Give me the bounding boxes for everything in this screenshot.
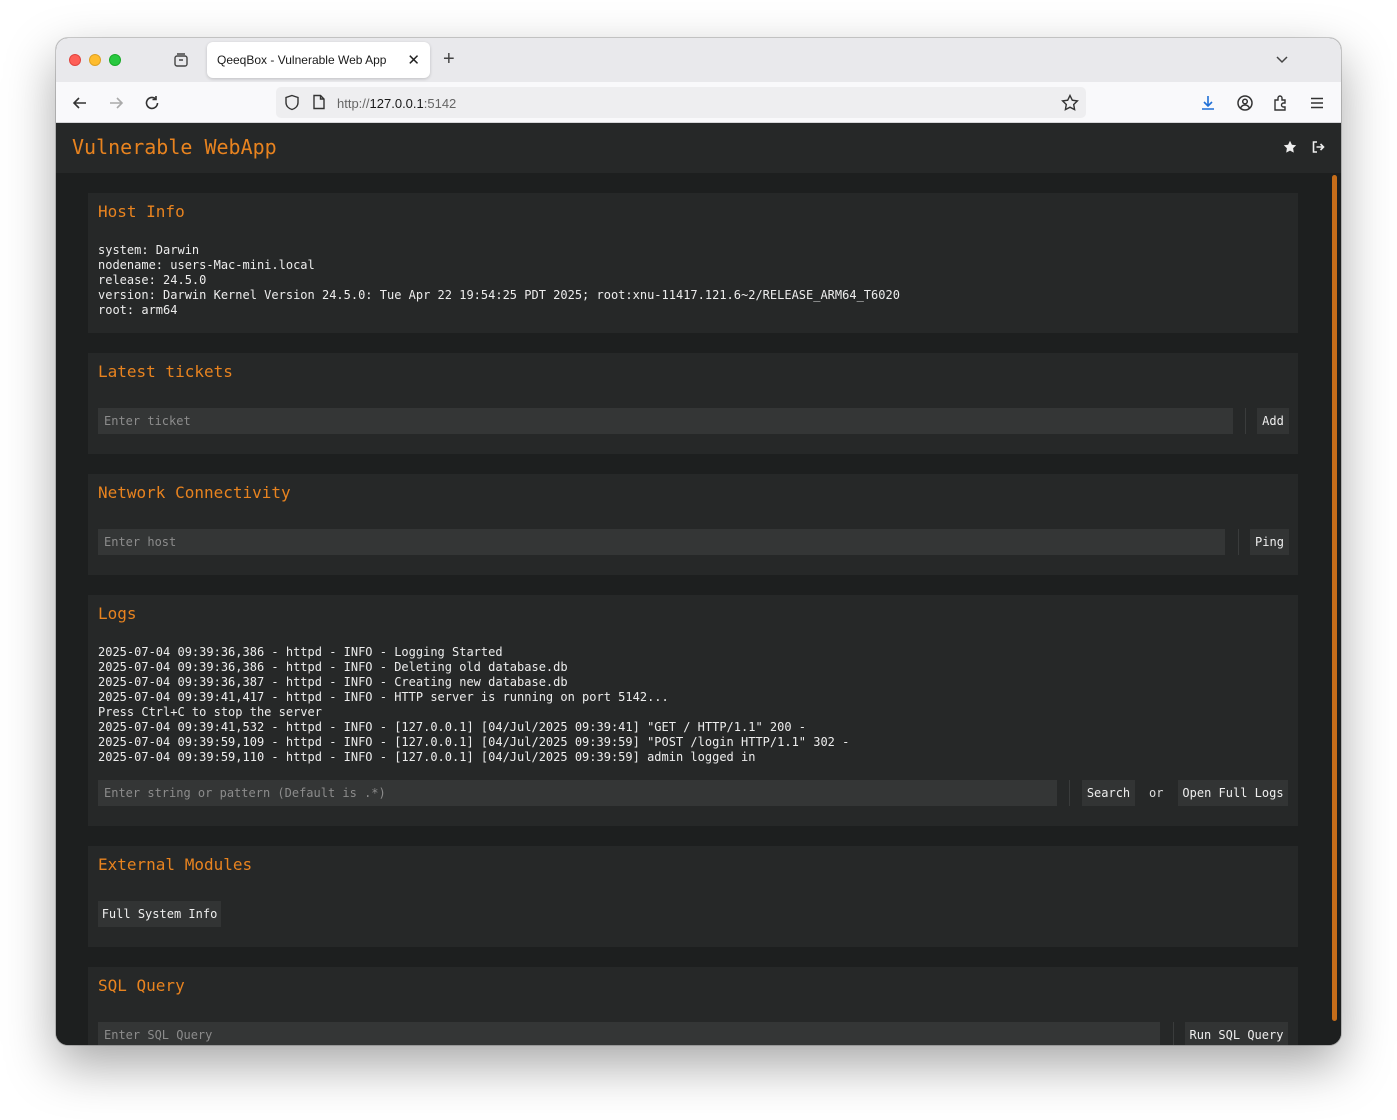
sql-card: SQL Query Run SQL Query xyxy=(88,967,1298,1045)
chevron-down-icon[interactable] xyxy=(1275,52,1289,66)
tab-bar: QeeqBox - Vulnerable Web App ✕ + xyxy=(56,38,1341,82)
network-title: Network Connectivity xyxy=(98,483,291,502)
new-tab-icon[interactable]: + xyxy=(443,48,455,71)
ticket-separator xyxy=(1245,408,1246,434)
network-card: Network Connectivity Ping xyxy=(88,474,1298,575)
host-input[interactable] xyxy=(98,529,1225,555)
url-port: :5142 xyxy=(423,96,457,111)
host-separator xyxy=(1238,529,1239,555)
host-info-title: Host Info xyxy=(98,202,185,221)
tab-close-icon[interactable]: ✕ xyxy=(407,51,420,69)
search-logs-button[interactable]: Search xyxy=(1082,780,1135,806)
download-icon[interactable] xyxy=(1199,94,1217,112)
tab-title: QeeqBox - Vulnerable Web App xyxy=(217,53,387,67)
active-tab[interactable]: QeeqBox - Vulnerable Web App ✕ xyxy=(207,42,430,78)
star-icon[interactable] xyxy=(1283,140,1297,154)
ticket-input[interactable] xyxy=(98,408,1233,434)
log-search-separator xyxy=(1069,780,1070,806)
logs-card: Logs 2025-07-04 09:39:36,386 - httpd - I… xyxy=(88,595,1298,826)
browser-window: QeeqBox - Vulnerable Web App ✕ + http://… xyxy=(56,38,1341,1045)
minimize-window-button[interactable] xyxy=(89,54,101,66)
url-bar[interactable]: http://127.0.0.1:5142 xyxy=(276,87,1086,118)
account-icon[interactable] xyxy=(1236,94,1254,112)
run-sql-query-button[interactable]: Run SQL Query xyxy=(1185,1022,1288,1045)
host-info-card: Host Info system: Darwin nodename: users… xyxy=(88,193,1298,333)
logout-icon[interactable] xyxy=(1311,140,1325,154)
modules-title: External Modules xyxy=(98,855,253,874)
shield-icon[interactable] xyxy=(284,94,300,111)
modules-card: External Modules Full System Info xyxy=(88,846,1298,947)
page-icon xyxy=(313,94,325,110)
app-header: Vulnerable WebApp xyxy=(56,123,1341,173)
scrollbar-thumb[interactable] xyxy=(1332,175,1337,1021)
host-info-text: system: Darwin nodename: users-Mac-mini.… xyxy=(98,243,900,317)
log-search-input[interactable] xyxy=(98,780,1057,806)
tickets-title: Latest tickets xyxy=(98,362,233,381)
sql-separator xyxy=(1173,1022,1174,1045)
tab-overview-icon[interactable] xyxy=(172,51,190,69)
forward-icon[interactable] xyxy=(107,94,125,112)
open-full-logs-button[interactable]: Open Full Logs xyxy=(1178,780,1288,806)
extensions-icon[interactable] xyxy=(1272,94,1290,112)
reload-icon[interactable] xyxy=(143,94,161,112)
logs-text: 2025-07-04 09:39:36,386 - httpd - INFO -… xyxy=(98,645,850,764)
url-host: 127.0.0.1 xyxy=(369,96,424,111)
sql-title: SQL Query xyxy=(98,976,185,995)
tickets-card: Latest tickets Add xyxy=(88,353,1298,454)
sql-query-input[interactable] xyxy=(98,1022,1160,1045)
or-label: or xyxy=(1149,786,1164,800)
url-text[interactable]: http://127.0.0.1:5142 xyxy=(337,96,456,111)
page-content: Vulnerable WebApp Host Info system: Darw… xyxy=(56,123,1341,1045)
url-scheme: http:// xyxy=(337,96,370,111)
menu-icon[interactable] xyxy=(1308,94,1326,112)
full-system-info-button[interactable]: Full System Info xyxy=(98,901,221,927)
nav-bar: http://127.0.0.1:5142 xyxy=(56,82,1341,123)
add-ticket-button[interactable]: Add xyxy=(1257,408,1289,434)
bookmark-star-icon[interactable] xyxy=(1061,94,1079,111)
ping-button[interactable]: Ping xyxy=(1250,529,1289,555)
app-brand[interactable]: Vulnerable WebApp xyxy=(72,135,277,159)
maximize-window-button[interactable] xyxy=(109,54,121,66)
close-window-button[interactable] xyxy=(69,54,81,66)
back-icon[interactable] xyxy=(71,94,89,112)
scrollbar[interactable] xyxy=(1332,175,1337,1021)
logs-title: Logs xyxy=(98,604,137,623)
